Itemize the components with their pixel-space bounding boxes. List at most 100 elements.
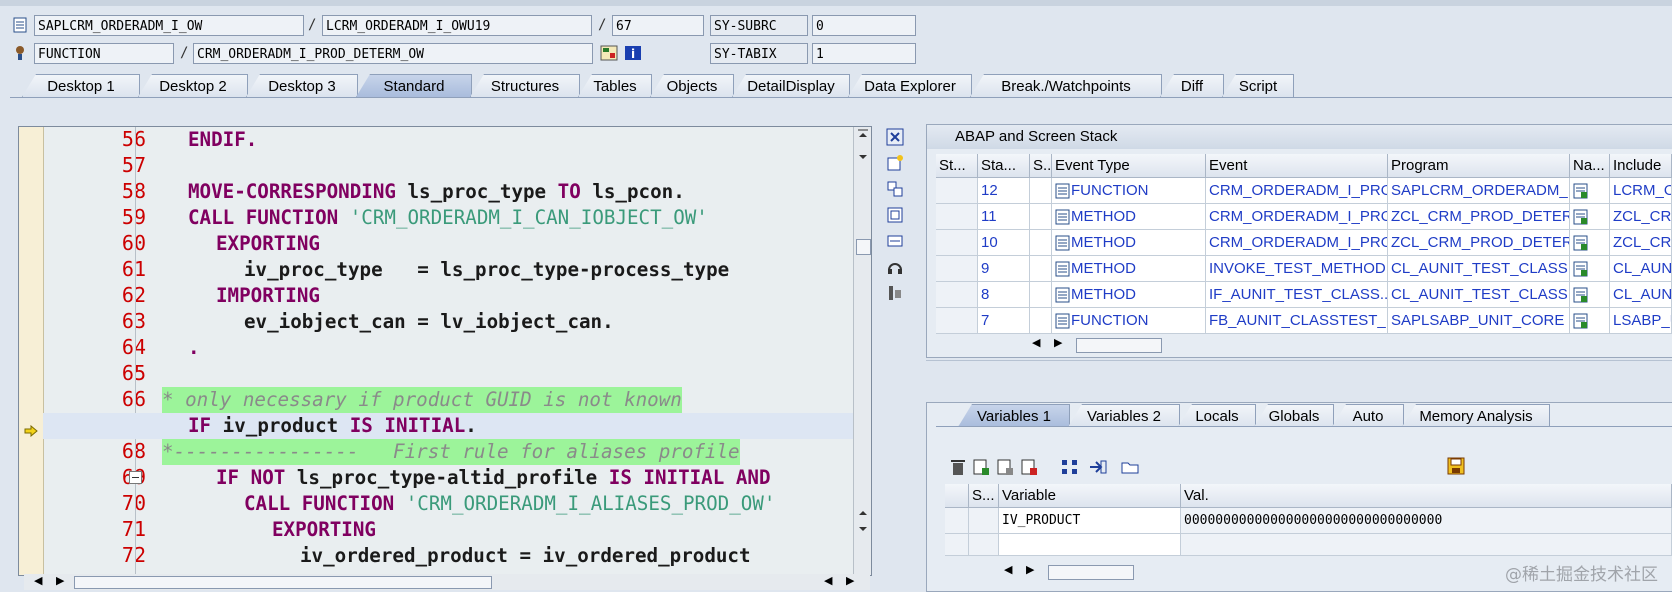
col-header[interactable]: Event Type: [1052, 154, 1206, 178]
scroll-right-icon[interactable]: ▶: [1054, 336, 1062, 349]
var-hscroll-thumb[interactable]: [1048, 565, 1134, 580]
tab-script[interactable]: Script: [1222, 74, 1294, 97]
tab-memory-analysis[interactable]: Memory Analysis: [1402, 404, 1550, 427]
stack-cell-level[interactable]: 11: [978, 204, 1030, 230]
stack-cell-event[interactable]: INVOKE_TEST_METHOD: [1206, 256, 1388, 282]
tab-globals[interactable]: Globals: [1254, 404, 1334, 427]
delete-row-icon[interactable]: [1020, 458, 1038, 476]
display-object-icon[interactable]: [600, 45, 618, 61]
row-selector-header[interactable]: [945, 484, 969, 508]
stack-cell-level[interactable]: 12: [978, 178, 1030, 204]
stack-cell-type[interactable]: METHOD: [1052, 230, 1206, 256]
pane-splitter[interactable]: [926, 360, 1672, 391]
var-name-cell[interactable]: IV_PRODUCT: [999, 508, 1181, 534]
stack-cell-type[interactable]: FUNCTION: [1052, 178, 1206, 204]
stack-cell-include[interactable]: ZCL_CRM_P: [1610, 230, 1672, 256]
navigate-source-icon[interactable]: [1573, 235, 1589, 251]
resize-horizontal-icon[interactable]: [886, 232, 904, 250]
stack-nav-cell[interactable]: [1570, 256, 1610, 282]
col-header[interactable]: Variable: [999, 484, 1181, 508]
scroll-left-icon[interactable]: ◀: [1004, 563, 1012, 576]
scroll-left-icon[interactable]: ◀: [34, 574, 42, 587]
maximize-icon[interactable]: [886, 206, 904, 224]
stack-cell-include[interactable]: CL_AUNIT_: [1610, 256, 1672, 282]
stack-cell-include[interactable]: ZCL_CRM_P: [1610, 204, 1672, 230]
scroll-up-icon[interactable]: [857, 129, 869, 139]
scroll-up-small-icon[interactable]: [857, 507, 869, 517]
tab-diff[interactable]: Diff: [1160, 74, 1224, 97]
navigate-source-icon[interactable]: [1573, 313, 1589, 329]
collapse-69-icon[interactable]: [129, 471, 142, 484]
append-row-icon[interactable]: [996, 458, 1014, 476]
new-tool-icon[interactable]: [886, 154, 904, 172]
line-field[interactable]: 67: [612, 15, 704, 36]
stack-cell[interactable]: [936, 282, 978, 308]
stack-cell[interactable]: [1030, 256, 1052, 282]
stack-cell[interactable]: [1030, 178, 1052, 204]
stack-cell[interactable]: [1030, 282, 1052, 308]
function-name-field[interactable]: CRM_ORDERADM_I_PROD_DETERM_OW: [193, 43, 593, 64]
stack-cell[interactable]: [1030, 308, 1052, 334]
stack-cell-type[interactable]: METHOD: [1052, 282, 1206, 308]
stack-cell[interactable]: [936, 256, 978, 282]
navigate-source-icon[interactable]: [1573, 183, 1589, 199]
col-header[interactable]: Na...: [1570, 154, 1610, 178]
stack-cell[interactable]: [936, 178, 978, 204]
stack-cell-level[interactable]: 8: [978, 282, 1030, 308]
close-icon[interactable]: [886, 128, 904, 146]
breakpoint-gutter[interactable]: [19, 127, 44, 575]
stack-cell-type[interactable]: METHOD: [1052, 256, 1206, 282]
stack-nav-cell[interactable]: [1570, 230, 1610, 256]
delete-icon[interactable]: [950, 458, 966, 476]
stack-cell-event[interactable]: IF_AUNIT_TEST_CLASS...: [1206, 282, 1388, 308]
tab-desktop-3[interactable]: Desktop 3: [246, 74, 358, 97]
stack-cell-include[interactable]: LCRM_ORDE: [1610, 178, 1672, 204]
stack-nav-cell[interactable]: [1570, 308, 1610, 334]
hscroll-thumb[interactable]: [74, 576, 492, 589]
stack-cell[interactable]: [936, 308, 978, 334]
col-header[interactable]: Include: [1610, 154, 1672, 178]
var-value-cell[interactable]: [1181, 534, 1672, 556]
stack-cell-program[interactable]: ZCL_CRM_PROD_DETER...: [1388, 204, 1570, 230]
var-name-cell[interactable]: [999, 534, 1181, 556]
stack-cell[interactable]: [1030, 204, 1052, 230]
tab-variables-1[interactable]: Variables 1: [958, 404, 1070, 427]
folder-icon[interactable]: [1120, 458, 1140, 476]
stack-cell-level[interactable]: 9: [978, 256, 1030, 282]
tab-data-explorer[interactable]: Data Explorer: [848, 74, 972, 97]
stack-cell-include[interactable]: CL_AUNIT_: [1610, 282, 1672, 308]
tab-variables-2[interactable]: Variables 2: [1068, 404, 1180, 427]
scroll-left-icon[interactable]: ◀: [1032, 336, 1040, 349]
stack-cell-type[interactable]: FUNCTION: [1052, 308, 1206, 334]
col-header[interactable]: Event: [1206, 154, 1388, 178]
editor-vertical-scrollbar[interactable]: [853, 127, 871, 575]
navigate-source-icon[interactable]: [1573, 287, 1589, 303]
tab-desktop-1[interactable]: Desktop 1: [22, 74, 140, 97]
var-value-cell[interactable]: 000000000000000000000000000000000: [1181, 508, 1672, 534]
navigate-icon[interactable]: [1088, 458, 1108, 476]
program-field[interactable]: SAPLCRM_ORDERADM_I_OW: [34, 15, 304, 36]
tab-standard[interactable]: Standard: [356, 74, 472, 97]
col-header[interactable]: Sta...: [978, 154, 1030, 178]
col-header[interactable]: S...: [1030, 154, 1052, 178]
col-header[interactable]: Val.: [1181, 484, 1672, 508]
tool-settings-icon[interactable]: [886, 284, 904, 302]
col-header[interactable]: S...: [969, 484, 999, 508]
col-header[interactable]: St...: [936, 154, 978, 178]
stack-cell-program[interactable]: ZCL_CRM_PROD_DETER...: [1388, 230, 1570, 256]
save-icon[interactable]: [1447, 457, 1465, 475]
stack-cell-type[interactable]: METHOD: [1052, 204, 1206, 230]
stack-cell-event[interactable]: CRM_ORDERADM_I_PRO...: [1206, 204, 1388, 230]
col-header[interactable]: Program: [1388, 154, 1570, 178]
swap-tool-icon[interactable]: [886, 180, 904, 198]
stack-cell-program[interactable]: CL_AUNIT_TEST_CLASS...: [1388, 256, 1570, 282]
var-horizontal-scrollbar[interactable]: ◀ ▶: [1004, 563, 1134, 581]
navigate-source-icon[interactable]: [1573, 209, 1589, 225]
stack-cell-event[interactable]: CRM_ORDERADM_I_PRO...: [1206, 178, 1388, 204]
scroll-thumb[interactable]: [856, 239, 871, 255]
scroll-down-icon[interactable]: [857, 153, 869, 163]
stack-cell-level[interactable]: 10: [978, 230, 1030, 256]
row-selector[interactable]: [945, 508, 969, 534]
tab-tables[interactable]: Tables: [578, 74, 652, 97]
navigate-source-icon[interactable]: [1573, 261, 1589, 277]
